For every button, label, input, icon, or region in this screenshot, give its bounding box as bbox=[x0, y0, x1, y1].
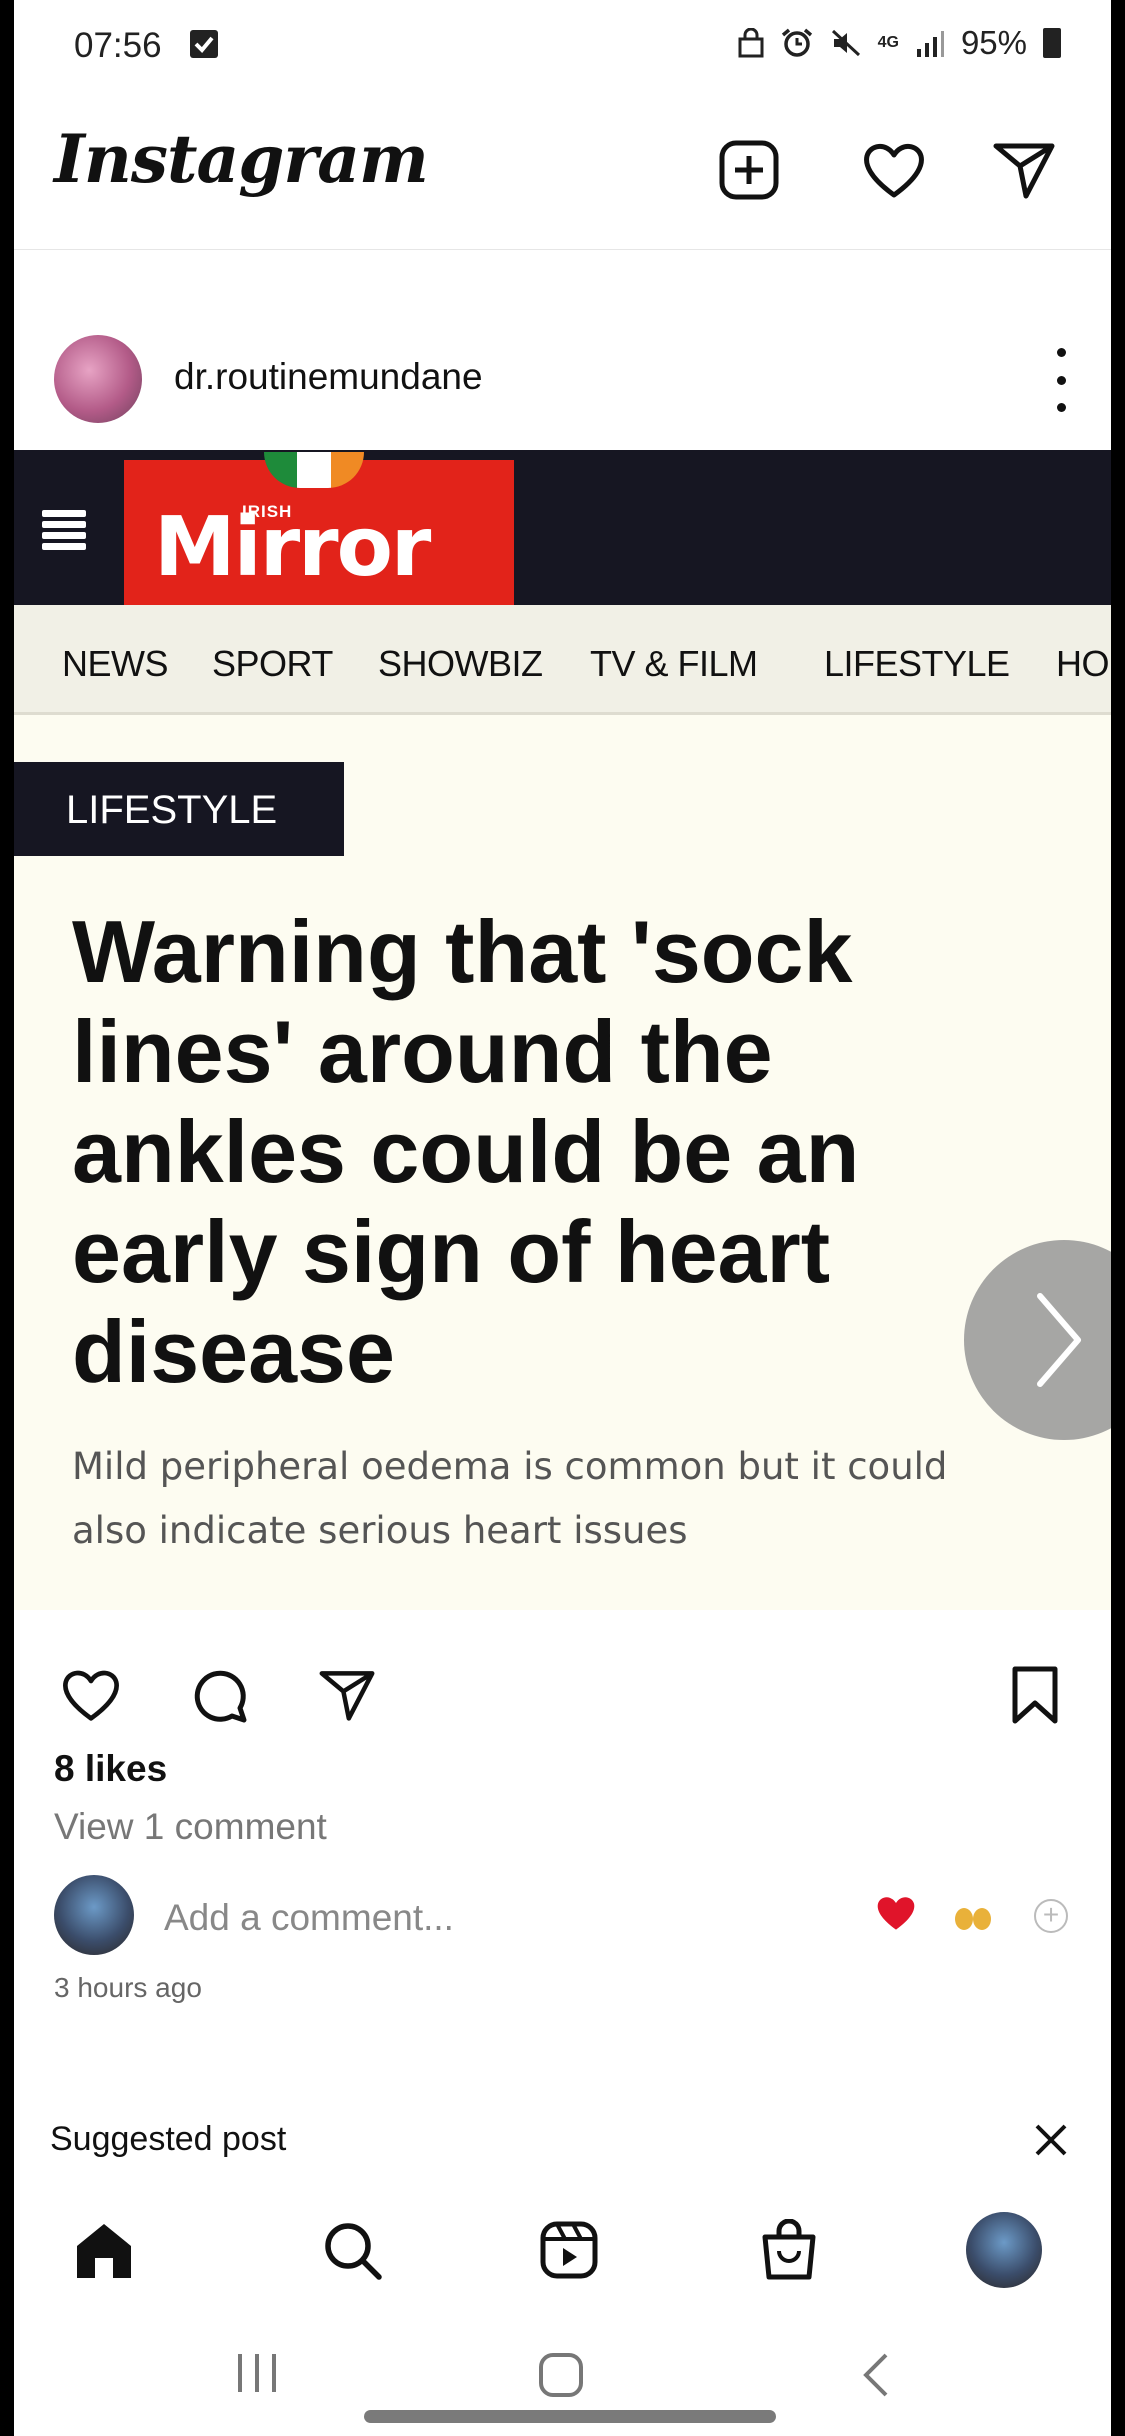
article-headline: Warning that 'sock lines' around the ank… bbox=[72, 902, 860, 1401]
mirror-logo: IRISH Mirror bbox=[124, 452, 514, 605]
notification-check-icon bbox=[190, 30, 218, 58]
suggested-post-label: Suggested post bbox=[50, 2120, 287, 2158]
new-post-icon[interactable] bbox=[714, 135, 784, 205]
article-subhead-line1: Mild peripheral oedema is common but it … bbox=[72, 1445, 948, 1488]
search-icon[interactable] bbox=[312, 2210, 392, 2290]
home-indicator bbox=[364, 2410, 776, 2423]
signal-icon bbox=[916, 31, 944, 57]
back-icon[interactable] bbox=[856, 2350, 896, 2405]
heart-icon[interactable] bbox=[859, 135, 929, 205]
nav-news: NEWS bbox=[62, 643, 169, 684]
reels-icon[interactable] bbox=[529, 2210, 609, 2290]
mirror-logo-text: Mirror bbox=[154, 500, 431, 595]
menu-icon bbox=[42, 510, 86, 550]
home-icon[interactable] bbox=[64, 2210, 144, 2290]
profile-tab[interactable] bbox=[964, 2210, 1044, 2290]
app-header: Instagram bbox=[14, 100, 1111, 250]
shop-icon[interactable] bbox=[749, 2210, 829, 2290]
article-subhead: Mild peripheral oedema is common but it … bbox=[72, 1435, 1082, 1563]
system-nav bbox=[14, 2320, 1111, 2436]
status-icons: 4G 95% bbox=[738, 24, 1061, 62]
current-user-avatar bbox=[54, 1875, 134, 1955]
chevron-right-icon bbox=[1037, 1293, 1081, 1387]
recent-apps-icon[interactable] bbox=[232, 2350, 282, 2401]
mute-icon bbox=[831, 29, 860, 57]
post-username[interactable]: dr.routinemundane bbox=[174, 356, 483, 398]
share-icon[interactable] bbox=[312, 1660, 382, 1730]
screen: 07:56 4G 95% Instagram dr.routinemundane bbox=[14, 0, 1111, 2436]
article-subhead-line2: also indicate serious heart issues bbox=[72, 1509, 688, 1552]
bottom-nav bbox=[14, 2190, 1111, 2300]
save-bookmark-icon[interactable] bbox=[1000, 1660, 1070, 1730]
add-comment-input[interactable]: Add a comment... bbox=[164, 1897, 454, 1939]
irish-flag-icon bbox=[264, 452, 364, 488]
system-home-icon[interactable] bbox=[536, 2350, 586, 2405]
comment-icon[interactable] bbox=[184, 1660, 254, 1730]
post-header: dr.routinemundane bbox=[14, 250, 1111, 450]
article-nav: NEWS SPORT SHOWBIZ TV & FILM LIFESTYLE H… bbox=[14, 605, 1111, 715]
section-tag: LIFESTYLE bbox=[14, 762, 344, 856]
post-image[interactable]: IRISH Mirror NEWS SPORT SHOWBIZ TV & FIL… bbox=[14, 450, 1111, 1610]
nav-showbiz: SHOWBIZ bbox=[378, 643, 543, 684]
post-timestamp: 3 hours ago bbox=[54, 1972, 202, 2003]
nav-lifestyle: LIFESTYLE bbox=[824, 643, 1010, 684]
mirror-header: IRISH Mirror bbox=[14, 450, 1111, 605]
like-count[interactable]: 8 likes bbox=[54, 1748, 167, 1790]
status-time: 07:56 bbox=[74, 26, 162, 65]
direct-message-icon[interactable] bbox=[989, 135, 1059, 205]
clapping-emoji-button[interactable] bbox=[954, 1905, 992, 1931]
heart-emoji-button[interactable] bbox=[874, 1893, 918, 1938]
nav-sport: SPORT bbox=[212, 643, 333, 684]
nav-home: HO bbox=[1056, 643, 1110, 684]
instagram-logo[interactable]: Instagram bbox=[54, 120, 429, 198]
battery-icon bbox=[1043, 28, 1061, 58]
post-author-avatar[interactable] bbox=[54, 335, 142, 423]
lock-icon bbox=[738, 28, 764, 58]
alarm-icon bbox=[781, 28, 812, 57]
close-icon[interactable] bbox=[1031, 2120, 1071, 2160]
profile-avatar bbox=[966, 2212, 1042, 2288]
like-heart-icon[interactable] bbox=[56, 1660, 126, 1730]
view-comments-link[interactable]: View 1 comment bbox=[54, 1806, 327, 1848]
battery-percent: 95% bbox=[960, 24, 1027, 61]
status-bar: 07:56 4G 95% bbox=[14, 0, 1111, 92]
add-emoji-icon[interactable]: + bbox=[1034, 1899, 1068, 1933]
add-comment-row: Add a comment... + bbox=[14, 1875, 1111, 1965]
network-label: 4G bbox=[877, 34, 899, 51]
nav-tv-film: TV & FILM bbox=[590, 643, 758, 684]
post-actions bbox=[14, 1640, 1111, 1740]
more-options-icon[interactable] bbox=[1051, 348, 1071, 412]
